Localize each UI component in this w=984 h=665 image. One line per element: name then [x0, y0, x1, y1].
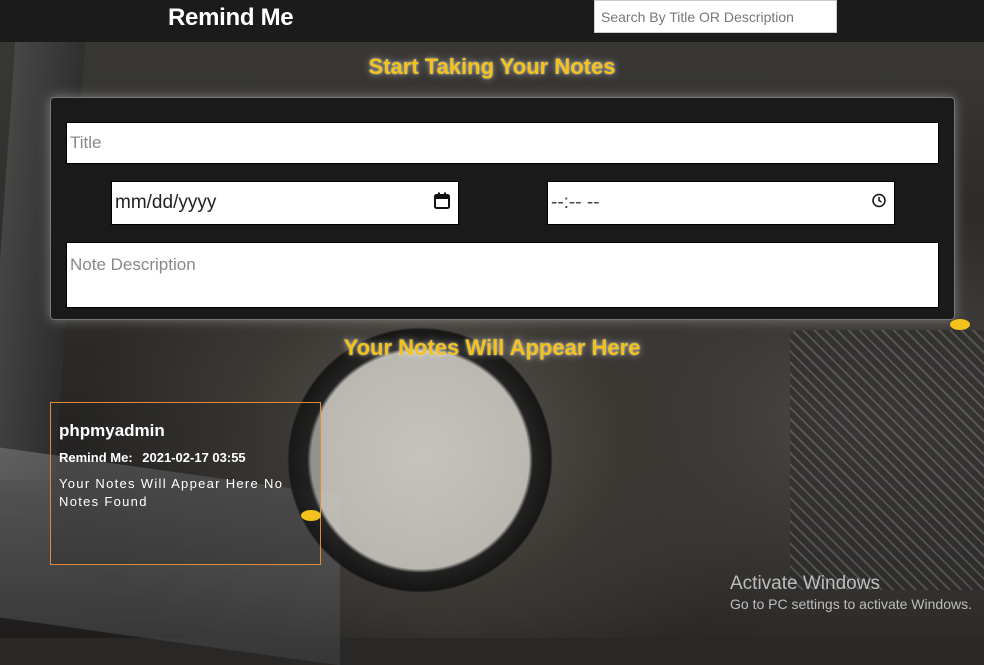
- form-heading: Start Taking Your Notes: [368, 54, 616, 79]
- background-pen-holder: [790, 330, 984, 590]
- date-placeholder: mm/dd/yyyy: [115, 192, 217, 213]
- note-title: phpmyadmin: [59, 421, 165, 440]
- watermark-subtitle: Go to PC settings to activate Windows.: [730, 596, 972, 612]
- note-card[interactable]: phpmyadmin Remind Me: 2021-02-17 03:55 Y…: [50, 402, 321, 565]
- decorative-dot: [301, 510, 321, 521]
- search-input[interactable]: [594, 0, 837, 33]
- note-description: Your Notes Will Appear Here No Notes Fou…: [59, 476, 284, 509]
- description-placeholder: Note Description: [70, 255, 196, 274]
- activate-windows-watermark: Activate Windows Go to PC settings to ac…: [730, 573, 972, 612]
- notes-heading: Your Notes Will Appear Here: [343, 335, 641, 360]
- navbar: Remind Me: [0, 0, 984, 42]
- brand-logo-text[interactable]: Remind Me: [168, 4, 294, 32]
- note-remind: Remind Me: 2021-02-17 03:55: [59, 450, 252, 465]
- title-input[interactable]: Title: [66, 122, 939, 164]
- background-alarm-clock: [280, 320, 560, 600]
- watermark-title: Activate Windows: [730, 573, 880, 594]
- time-placeholder: --:-- --: [551, 192, 600, 213]
- remind-value: 2021-02-17 03:55: [142, 450, 246, 465]
- time-input[interactable]: --:-- --: [547, 181, 895, 225]
- calendar-icon[interactable]: [434, 192, 450, 214]
- decorative-dot: [950, 319, 970, 330]
- clock-icon[interactable]: [872, 193, 886, 213]
- description-input[interactable]: Note Description: [66, 242, 939, 308]
- date-input[interactable]: mm/dd/yyyy: [111, 181, 459, 225]
- remind-label: Remind Me:: [59, 450, 133, 465]
- title-placeholder: Title: [70, 133, 102, 152]
